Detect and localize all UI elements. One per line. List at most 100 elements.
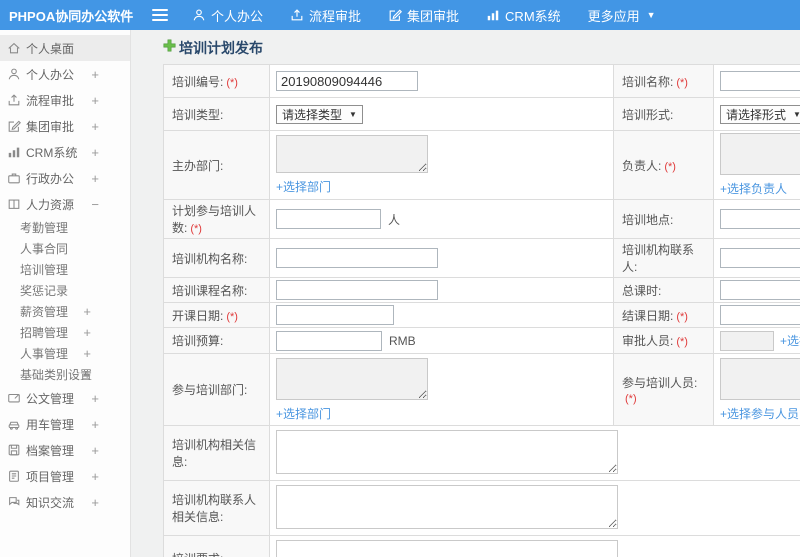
sidebar-item-group-approval[interactable]: 集团审批 + bbox=[0, 113, 130, 139]
expand-icon[interactable]: + bbox=[91, 469, 99, 484]
sidebar-item-training-mgmt[interactable]: 培训管理 bbox=[0, 259, 130, 280]
select-join-people-link[interactable]: +选择参与人员 bbox=[720, 407, 799, 421]
sidebar-item-personal-office[interactable]: 个人办公 + bbox=[0, 61, 130, 87]
field-label: 培训预算: bbox=[172, 334, 224, 348]
expand-icon[interactable]: + bbox=[91, 443, 99, 458]
sidebar-item-personnel[interactable]: 人事管理 + bbox=[0, 343, 130, 364]
leader-textarea[interactable] bbox=[720, 133, 800, 175]
total-hours-input[interactable] bbox=[720, 280, 800, 300]
sidebar-item-rewards[interactable]: 奖惩记录 bbox=[0, 280, 130, 301]
sidebar-item-base-category[interactable]: 基础类别设置 + bbox=[0, 364, 130, 385]
requirements-textarea[interactable] bbox=[276, 539, 618, 557]
field-label: 开课日期: bbox=[172, 308, 224, 323]
expand-icon[interactable]: + bbox=[83, 367, 91, 382]
chat-icon bbox=[7, 495, 21, 509]
archive-icon bbox=[7, 443, 21, 457]
user-icon bbox=[192, 8, 206, 22]
host-dept-textarea[interactable] bbox=[276, 135, 428, 173]
course-name-input[interactable] bbox=[276, 280, 438, 300]
training-number-input[interactable] bbox=[276, 71, 418, 91]
nav-group-approval[interactable]: 集团审批 bbox=[388, 6, 459, 25]
field-label: 培训类型: bbox=[172, 107, 224, 122]
join-people-textarea[interactable] bbox=[720, 357, 800, 400]
caret-down-icon: ▼ bbox=[349, 109, 357, 119]
upload-icon bbox=[290, 8, 304, 22]
sidebar-item-hr[interactable]: 人力资源 − bbox=[0, 191, 130, 217]
org-name-input[interactable] bbox=[276, 248, 438, 268]
sidebar-item-admin-office[interactable]: 行政办公 + bbox=[0, 165, 130, 191]
select-approver-link[interactable]: +选择审批人员 bbox=[780, 332, 800, 349]
car-icon bbox=[7, 417, 21, 431]
field-label: 培训机构联系人: bbox=[622, 243, 695, 274]
org-contact-info-textarea[interactable] bbox=[276, 484, 618, 529]
expand-icon[interactable]: + bbox=[91, 93, 99, 108]
field-label: 培训编号: bbox=[172, 74, 224, 89]
sidebar-item-attendance[interactable]: 考勤管理 bbox=[0, 217, 130, 238]
field-label: 培训机构联系人相关信息: bbox=[172, 493, 257, 524]
menu-toggle-icon[interactable] bbox=[152, 9, 168, 21]
nav-workflow-approval[interactable]: 流程审批 bbox=[290, 6, 361, 25]
edit-icon bbox=[7, 119, 21, 133]
sidebar-item-knowledge[interactable]: 知识交流 + bbox=[0, 489, 130, 515]
select-dept-link[interactable]: +选择部门 bbox=[276, 407, 331, 421]
field-label: 参与培训人员: bbox=[622, 376, 698, 390]
field-label: 培训形式: bbox=[622, 107, 674, 122]
sidebar-item-archive-mgmt[interactable]: 档案管理 + bbox=[0, 437, 130, 463]
expand-icon[interactable]: + bbox=[91, 495, 99, 510]
main-content: 培训计划发布 培训编号:(*) 培训名称:(*) 培训类型: 请选择类型▼ 培训… bbox=[132, 30, 800, 557]
select-dept-link[interactable]: +选择部门 bbox=[276, 180, 331, 194]
planned-count-input[interactable] bbox=[276, 209, 381, 229]
expand-icon[interactable]: + bbox=[91, 417, 99, 432]
sidebar-item-crm[interactable]: CRM系统 + bbox=[0, 139, 130, 165]
required-mark: (*) bbox=[226, 76, 238, 89]
sidebar-item-vehicle-mgmt[interactable]: 用车管理 + bbox=[0, 411, 130, 437]
expand-icon[interactable]: + bbox=[91, 171, 99, 186]
nav-crm[interactable]: CRM系统 bbox=[486, 6, 561, 25]
expand-icon[interactable]: + bbox=[91, 67, 99, 82]
org-info-textarea[interactable] bbox=[276, 429, 618, 474]
required-mark: (*) bbox=[625, 393, 637, 405]
field-label: 负责人: bbox=[622, 158, 662, 173]
home-icon bbox=[7, 41, 21, 55]
budget-input[interactable] bbox=[276, 330, 382, 351]
expand-icon[interactable]: + bbox=[83, 304, 91, 319]
sidebar-item-project-mgmt[interactable]: 项目管理 + bbox=[0, 463, 130, 489]
org-contact-input[interactable] bbox=[720, 248, 800, 268]
nav-more-apps[interactable]: 更多应用 ▼ bbox=[588, 6, 656, 25]
briefcase-icon bbox=[7, 171, 21, 185]
user-icon bbox=[7, 67, 21, 81]
field-label: 总课时: bbox=[622, 283, 662, 298]
location-input[interactable] bbox=[720, 209, 800, 229]
end-date-input[interactable] bbox=[720, 305, 800, 325]
sidebar-item-desktop[interactable]: 个人桌面 bbox=[0, 35, 130, 61]
sidebar-item-salary[interactable]: 薪资管理 + bbox=[0, 301, 130, 322]
select-leader-link[interactable]: +选择负责人 bbox=[720, 182, 787, 196]
nav-personal-office[interactable]: 个人办公 bbox=[192, 6, 263, 25]
expand-icon[interactable]: + bbox=[91, 145, 99, 160]
expand-icon[interactable]: + bbox=[91, 391, 99, 406]
field-label: 计划参与培训人数: bbox=[172, 204, 257, 235]
start-date-input[interactable] bbox=[276, 305, 394, 325]
sidebar-item-document-mgmt[interactable]: 公文管理 + bbox=[0, 385, 130, 411]
expand-icon[interactable]: + bbox=[83, 325, 91, 340]
expand-icon[interactable]: + bbox=[91, 119, 99, 134]
sidebar-item-workflow-approval[interactable]: 流程审批 + bbox=[0, 87, 130, 113]
field-label: 参与培训部门: bbox=[172, 383, 248, 397]
field-label: 培训要求: bbox=[172, 552, 223, 557]
upload-icon bbox=[7, 93, 21, 107]
training-type-select[interactable]: 请选择类型 ▼ bbox=[276, 104, 363, 124]
training-mode-select[interactable]: 请选择形式 ▼ bbox=[720, 104, 800, 124]
field-label: 培训名称: bbox=[622, 74, 674, 89]
app-logo: PHPOA协同办公软件 bbox=[9, 8, 134, 24]
field-label: 主办部门: bbox=[172, 158, 224, 173]
top-navigation: 个人办公 流程审批 集团审批 CRM系统 更多应用 ▼ bbox=[192, 6, 683, 25]
join-dept-textarea[interactable] bbox=[276, 357, 428, 400]
sidebar-item-hr-contract[interactable]: 人事合同 bbox=[0, 238, 130, 259]
collapse-icon[interactable]: − bbox=[91, 197, 99, 212]
bar-chart-icon bbox=[7, 145, 21, 159]
expand-icon[interactable]: + bbox=[83, 346, 91, 361]
sidebar-item-recruiting[interactable]: 招聘管理 + bbox=[0, 322, 130, 343]
required-mark: (*) bbox=[676, 336, 688, 348]
approver-box[interactable] bbox=[720, 330, 774, 351]
training-name-input[interactable] bbox=[720, 71, 800, 91]
